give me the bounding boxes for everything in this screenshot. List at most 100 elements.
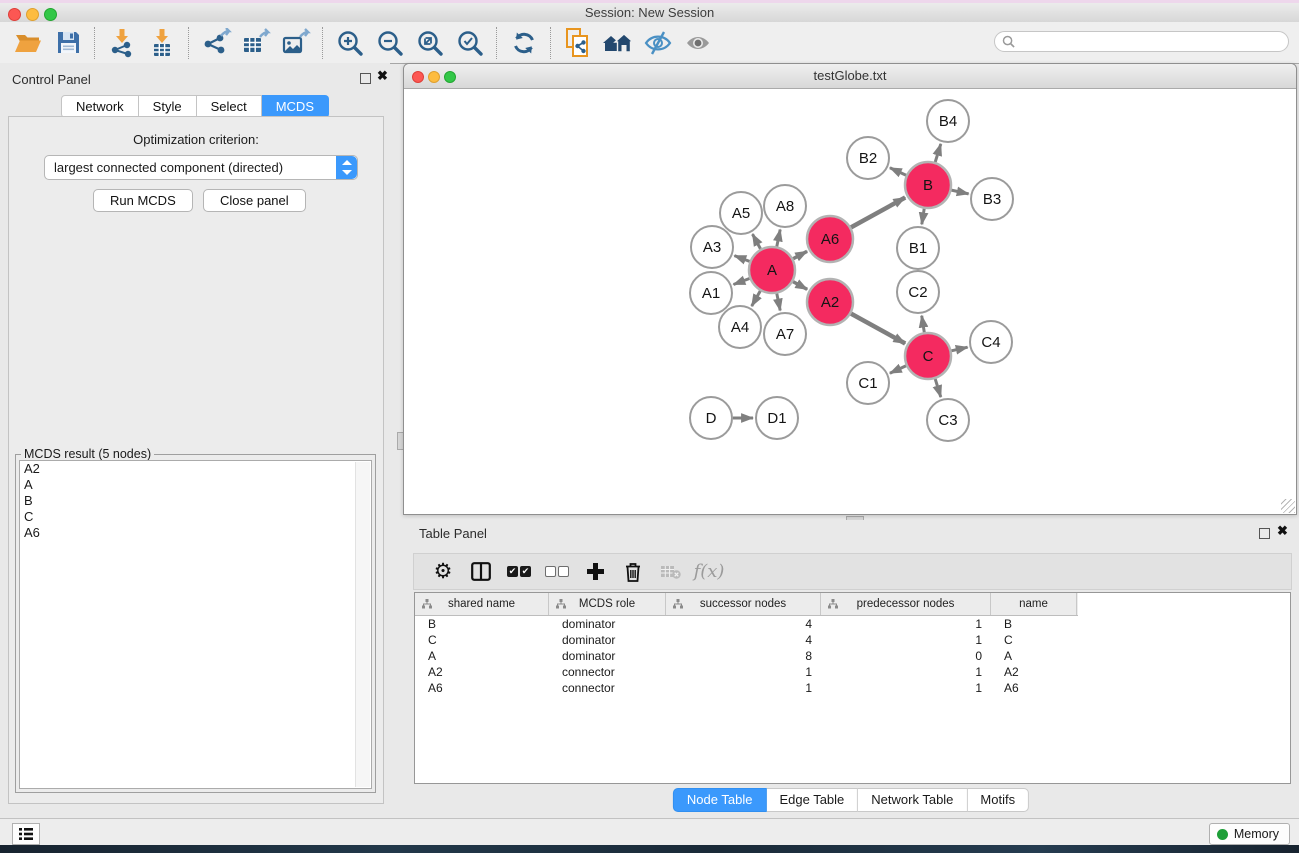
mcds-result-item[interactable]: B: [20, 493, 371, 509]
table-row[interactable]: A6connector11A6: [415, 680, 1290, 696]
delete-table-button[interactable]: [652, 557, 690, 587]
node-B3[interactable]: B3: [971, 178, 1013, 220]
node-A7[interactable]: A7: [764, 313, 806, 355]
save-session-button[interactable]: [48, 26, 88, 60]
cell-successor-nodes[interactable]: 8: [666, 649, 821, 663]
edge-B-B4[interactable]: [935, 144, 941, 162]
edge-A6-B[interactable]: [851, 198, 905, 228]
table-row[interactable]: Adominator80A: [415, 648, 1290, 664]
column-header-predecessor-nodes[interactable]: predecessor nodes: [821, 593, 991, 615]
cell-MCDS-role[interactable]: dominator: [549, 633, 666, 647]
tab-network[interactable]: Network: [61, 95, 139, 118]
float-panel-icon[interactable]: [360, 73, 371, 84]
tab-style[interactable]: Style: [139, 95, 197, 118]
node-C4[interactable]: C4: [970, 321, 1012, 363]
tab-mcds[interactable]: MCDS: [262, 95, 329, 118]
node-C1[interactable]: C1: [847, 362, 889, 404]
search-field[interactable]: [994, 31, 1289, 52]
cell-shared-name[interactable]: B: [415, 617, 549, 631]
node-A1[interactable]: A1: [690, 272, 732, 314]
column-header-successor-nodes[interactable]: successor nodes: [666, 593, 821, 615]
node-A8[interactable]: A8: [764, 185, 806, 227]
cell-predecessor-nodes[interactable]: 0: [821, 649, 991, 663]
node-C[interactable]: C: [905, 333, 951, 379]
cell-MCDS-role[interactable]: dominator: [549, 617, 666, 631]
zoom-selected-button[interactable]: [450, 26, 490, 60]
table-mode-button[interactable]: [462, 557, 500, 587]
cell-shared-name[interactable]: A6: [415, 681, 549, 695]
mcds-result-item[interactable]: A6: [20, 525, 371, 541]
cell-successor-nodes[interactable]: 1: [666, 681, 821, 695]
node-A[interactable]: A: [749, 247, 795, 293]
edge-C-C4[interactable]: [951, 347, 967, 351]
import-table-button[interactable]: [142, 26, 182, 60]
cell-predecessor-nodes[interactable]: 1: [821, 665, 991, 679]
add-column-button[interactable]: [576, 557, 614, 587]
cell-MCDS-role[interactable]: dominator: [549, 649, 666, 663]
show-panel-list-button[interactable]: [12, 823, 40, 845]
edge-B-B2[interactable]: [890, 168, 906, 175]
edge-C-C1[interactable]: [890, 366, 906, 373]
close-panel-icon[interactable]: ✖: [377, 68, 388, 84]
float-panel-icon[interactable]: [1259, 528, 1270, 539]
table-row[interactable]: Cdominator41C: [415, 632, 1290, 648]
show-all-button[interactable]: [678, 26, 718, 60]
export-table-button[interactable]: [236, 26, 276, 60]
edge-A-A4[interactable]: [752, 291, 761, 306]
edge-A-A5[interactable]: [753, 234, 761, 249]
table-row[interactable]: A2connector11A2: [415, 664, 1290, 680]
table-settings-button[interactable]: ⚙: [424, 557, 462, 587]
node-B1[interactable]: B1: [897, 227, 939, 269]
cell-shared-name[interactable]: A: [415, 649, 549, 663]
tab-motifs[interactable]: Motifs: [967, 788, 1029, 812]
network-window-titlebar[interactable]: testGlobe.txt: [404, 64, 1296, 89]
new-network-from-selection-button[interactable]: [558, 26, 598, 60]
table-row[interactable]: Bdominator41B: [415, 616, 1290, 632]
cell-predecessor-nodes[interactable]: 1: [821, 617, 991, 631]
import-network-button[interactable]: [102, 26, 142, 60]
criterion-dropdown[interactable]: largest connected component (directed): [44, 155, 358, 180]
select-all-button[interactable]: ✔ ✔: [500, 557, 538, 587]
zoom-out-button[interactable]: [370, 26, 410, 60]
node-B2[interactable]: B2: [847, 137, 889, 179]
zoom-fit-button[interactable]: [410, 26, 450, 60]
mcds-result-item[interactable]: C: [20, 509, 371, 525]
tab-edge-table[interactable]: Edge Table: [766, 788, 858, 812]
memory-button[interactable]: Memory: [1209, 823, 1290, 845]
tab-select[interactable]: Select: [197, 95, 262, 118]
cell-successor-nodes[interactable]: 1: [666, 665, 821, 679]
hide-selected-button[interactable]: [638, 26, 678, 60]
node-C2[interactable]: C2: [897, 271, 939, 313]
node-A4[interactable]: A4: [719, 306, 761, 348]
run-mcds-button[interactable]: Run MCDS: [93, 189, 193, 212]
edge-A-A3[interactable]: [734, 256, 749, 262]
delete-columns-button[interactable]: [614, 557, 652, 587]
cell-name[interactable]: B: [991, 617, 1077, 631]
mcds-result-list[interactable]: A2ABCA6: [19, 460, 372, 789]
close-panel-icon[interactable]: ✖: [1277, 523, 1288, 539]
cell-shared-name[interactable]: A2: [415, 665, 549, 679]
edge-B-B3[interactable]: [951, 190, 968, 194]
export-image-button[interactable]: [276, 26, 316, 60]
close-panel-button[interactable]: Close panel: [203, 189, 306, 212]
scrollbar-track[interactable]: [355, 462, 370, 787]
node-C3[interactable]: C3: [927, 399, 969, 441]
node-D1[interactable]: D1: [756, 397, 798, 439]
node-A5[interactable]: A5: [720, 192, 762, 234]
node-A2[interactable]: A2: [807, 279, 853, 325]
session-titlebar[interactable]: Session: New Session: [0, 3, 1299, 23]
edge-C-C3[interactable]: [935, 379, 941, 397]
resize-grip-icon[interactable]: [1281, 499, 1295, 513]
edge-A-A7[interactable]: [777, 294, 780, 311]
function-builder-button[interactable]: f(x): [690, 557, 728, 587]
refresh-layout-button[interactable]: [504, 26, 544, 60]
tab-network-table[interactable]: Network Table: [858, 788, 967, 812]
node-B[interactable]: B: [905, 162, 951, 208]
zoom-in-button[interactable]: [330, 26, 370, 60]
deselect-all-button[interactable]: [538, 557, 576, 587]
cell-predecessor-nodes[interactable]: 1: [821, 633, 991, 647]
cell-successor-nodes[interactable]: 4: [666, 633, 821, 647]
node-A6[interactable]: A6: [807, 216, 853, 262]
tab-node-table[interactable]: Node Table: [673, 788, 767, 812]
cell-name[interactable]: C: [991, 633, 1077, 647]
